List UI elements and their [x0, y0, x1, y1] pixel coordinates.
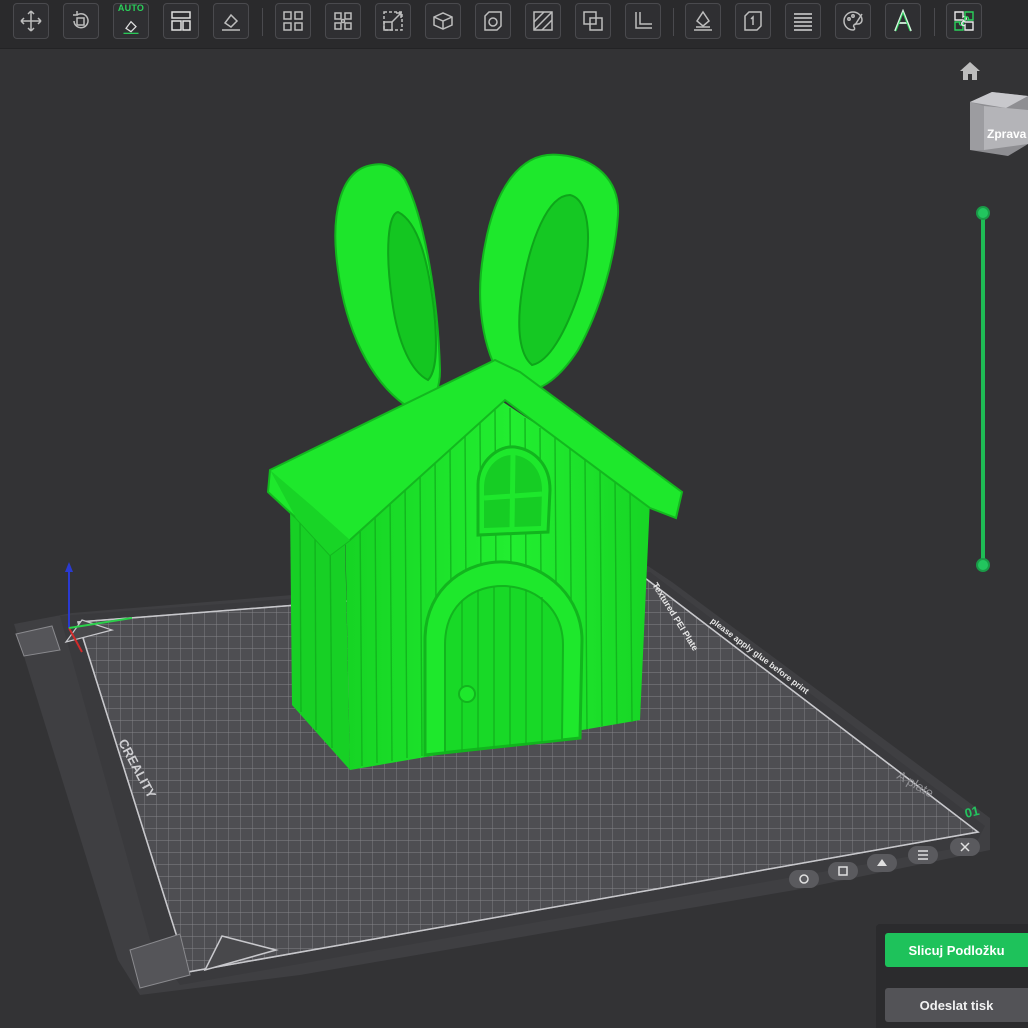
cut-icon: [433, 12, 453, 30]
boolean-icon: [583, 11, 603, 31]
variable-layer-tool-button[interactable]: [785, 3, 821, 39]
move-tool-button[interactable]: [13, 3, 49, 39]
split-objects-icon: [283, 11, 303, 31]
toolbar-separator: [673, 8, 674, 36]
hollow-icon: [484, 11, 502, 31]
scale-icon: [383, 11, 403, 31]
cut-tool-button[interactable]: [425, 3, 461, 39]
assembly-tool-button[interactable]: [946, 3, 982, 39]
split-parts-icon: [334, 12, 352, 30]
auto-orient-icon: [123, 20, 139, 34]
measure-tool-button[interactable]: [625, 3, 661, 39]
color-paint-tool-button[interactable]: [835, 3, 871, 39]
arrange-tool-button[interactable]: [163, 3, 199, 39]
layer-slider-top-handle[interactable]: [976, 206, 990, 220]
slice-action-panel: Slicuj Podložku Odeslat tisk: [876, 924, 1028, 1028]
fuzzy-skin-icon: [744, 11, 762, 31]
send-print-button[interactable]: Odeslat tisk: [885, 988, 1028, 1022]
plate-lock-icon[interactable]: [828, 862, 858, 880]
arrange-icon: [171, 11, 191, 31]
rotate-tool-button[interactable]: [63, 3, 99, 39]
layer-slider-track[interactable]: [981, 213, 985, 565]
variable-layer-icon: [794, 13, 812, 31]
color-paint-icon: [843, 11, 863, 31]
measure-icon: [635, 12, 652, 29]
seam-paint-tool-button[interactable]: [685, 3, 721, 39]
home-icon[interactable]: [958, 60, 982, 82]
slice-plate-button[interactable]: Slicuj Podložku: [885, 933, 1028, 967]
layer-slider[interactable]: [976, 206, 990, 572]
scale-tool-button[interactable]: [375, 3, 411, 39]
text-icon: [894, 9, 912, 32]
plate-settings-icon[interactable]: [789, 870, 819, 888]
boolean-tool-button[interactable]: [575, 3, 611, 39]
text-tool-button[interactable]: [885, 3, 921, 39]
view-cube-face-label: Zprava: [987, 127, 1027, 141]
hollow-tool-button[interactable]: [475, 3, 511, 39]
support-paint-icon: [533, 11, 553, 31]
move-icon: [20, 10, 42, 32]
rotate-icon: [73, 11, 89, 29]
seam-paint-icon: [694, 10, 712, 31]
3d-viewport[interactable]: CREALITY Textured PEI Plate please apply…: [0, 49, 1028, 1028]
view-cube[interactable]: Zprava: [962, 92, 1028, 164]
lay-on-face-icon: [222, 13, 240, 31]
lay-on-face-tool-button[interactable]: [213, 3, 249, 39]
layer-slider-bottom-handle[interactable]: [976, 558, 990, 572]
support-paint-tool-button[interactable]: [525, 3, 561, 39]
bunny-house-model[interactable]: [266, 153, 684, 770]
assembly-icon: [954, 11, 974, 31]
split-objects-tool-button[interactable]: [275, 3, 311, 39]
top-toolbar: AUTO: [0, 0, 1028, 49]
toolbar-separator: [262, 8, 263, 36]
auto-badge: AUTO: [117, 3, 145, 13]
toolbar-separator: [934, 8, 935, 36]
split-parts-tool-button[interactable]: [325, 3, 361, 39]
fuzzy-skin-tool-button[interactable]: [735, 3, 771, 39]
auto-orient-tool-button[interactable]: AUTO: [113, 3, 149, 39]
